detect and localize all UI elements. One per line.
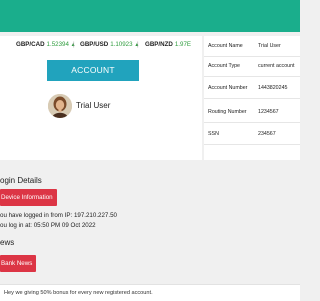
news-heading: ews (0, 238, 15, 247)
table-row: Account Number 1443820245 (204, 78, 300, 99)
table-row: Account Type current account (204, 56, 300, 77)
ticker-separator: | (73, 41, 75, 48)
promo-text: Hey we giving 50% bonus for every new re… (4, 290, 153, 296)
ticker-pair: GBP/NZD (145, 41, 173, 48)
top-header-bar (0, 0, 300, 32)
ticker-pair: GBP/CAD (16, 41, 45, 48)
ticker-value: 1.10923 (110, 41, 133, 48)
account-details-table: Account Name Trial User Account Type cur… (204, 36, 300, 160)
bank-news-button[interactable]: Bank News (0, 255, 37, 272)
ticker-value: 1.52394 (46, 41, 69, 48)
row-value: 1234567 (258, 109, 279, 115)
row-label: Routing Number (208, 109, 247, 115)
row-value: Trial User (258, 43, 281, 49)
ticker-item: GBP/CAD 1.52394 ▲ (16, 41, 76, 48)
account-overview-card: ACCOUNT OVERVIEW Trial User (0, 54, 202, 160)
device-information-button[interactable]: Device Information (0, 189, 57, 206)
ticker-item: GBP/USD 1.10923 ▲ (80, 41, 139, 48)
table-row: Routing Number 1234567 (204, 102, 300, 123)
row-label: Account Type (208, 63, 240, 69)
promo-banner: Hey we giving 50% bonus for every new re… (0, 284, 300, 301)
row-value: 1443820245 (258, 85, 288, 91)
row-label: Account Name (208, 43, 243, 49)
table-row: Account Name Trial User (204, 36, 300, 57)
login-time-text: ou log in at: 05:50 PM 09 Oct 2022 (0, 222, 96, 229)
row-label: Account Number (208, 85, 248, 91)
ticker-pair: GBP/USD (80, 41, 109, 48)
user-name: Trial User (76, 101, 111, 110)
table-row: SSN 234567 (204, 124, 300, 145)
row-value: 234567 (258, 131, 276, 137)
ticker-value: 1.97E (174, 41, 192, 48)
ticker-separator: | (137, 41, 139, 48)
currency-ticker: GBP/CAD 1.52394 ▲ | GBP/USD 1.10923 ▲ | GB… (0, 36, 202, 54)
account-overview-button[interactable]: ACCOUNT OVERVIEW (47, 60, 139, 96)
avatar-photo (48, 94, 72, 118)
row-value: current account (258, 63, 295, 69)
user-avatar (48, 94, 72, 118)
login-details-heading: ogin Details (0, 176, 42, 185)
ticker-item: GBP/NZD 1.97E (145, 41, 191, 48)
login-ip-text: ou have logged in from IP: 197.210.227.5… (0, 212, 117, 219)
row-label: SSN (208, 131, 219, 137)
